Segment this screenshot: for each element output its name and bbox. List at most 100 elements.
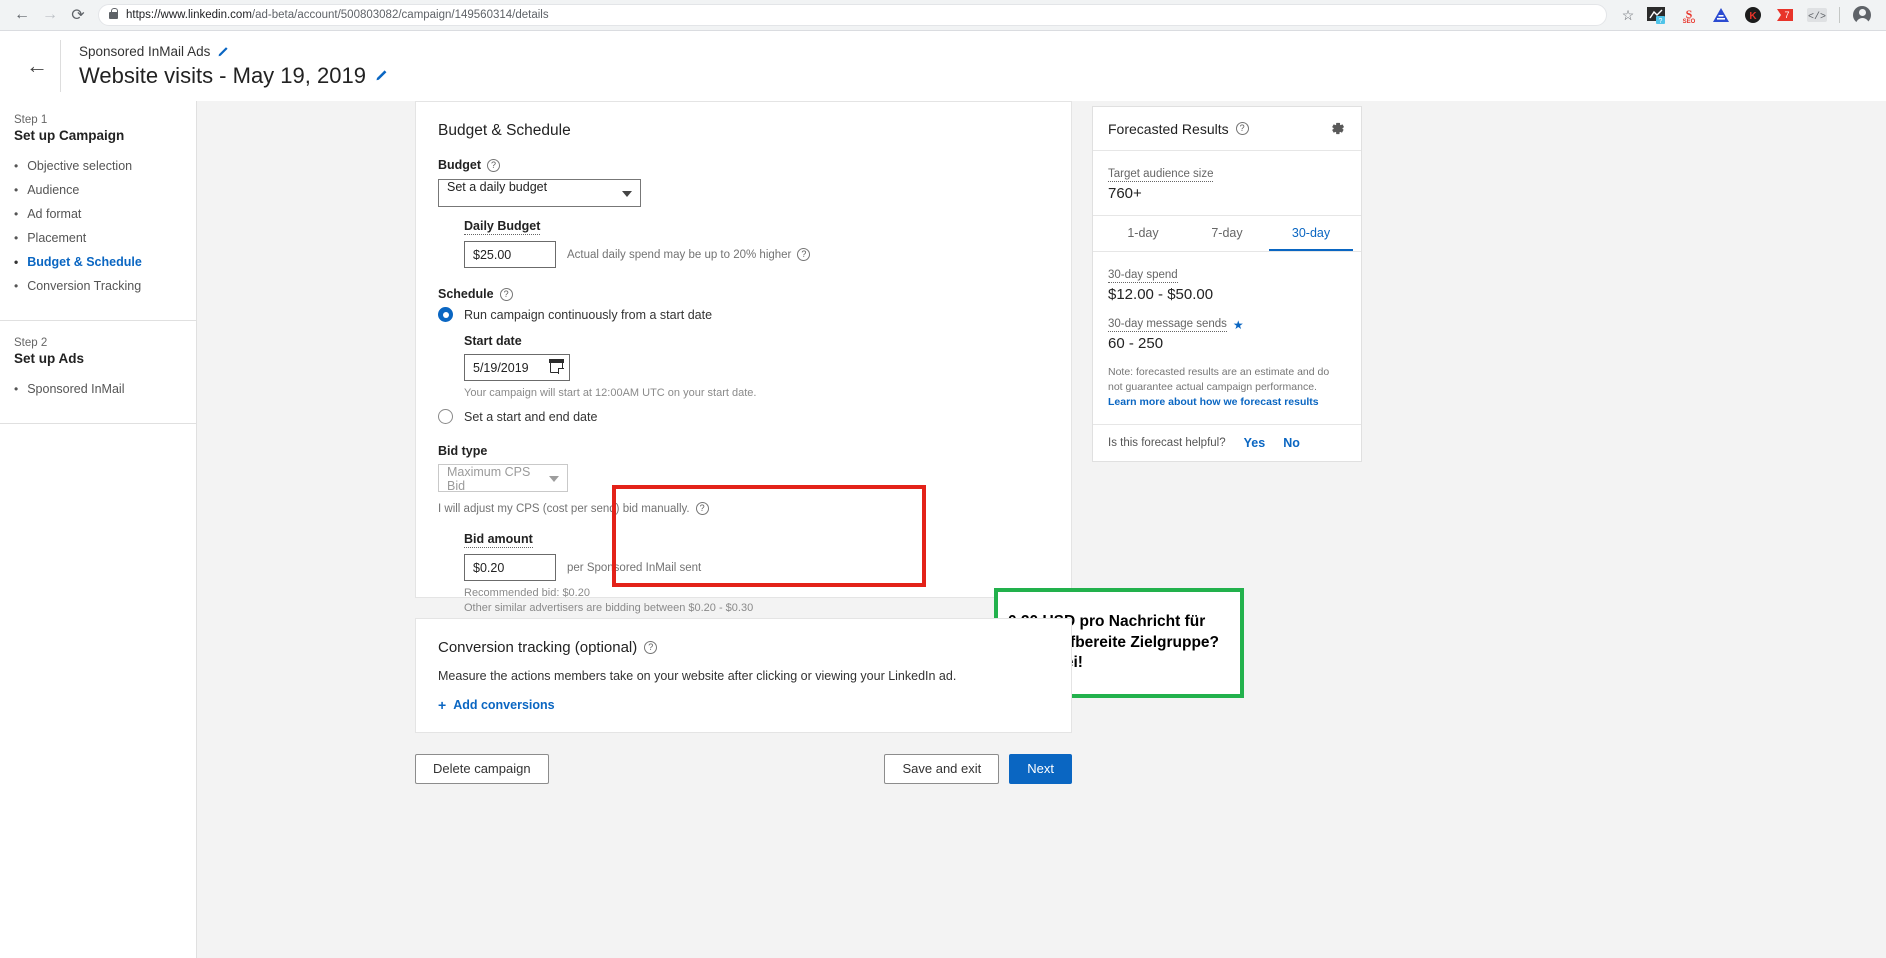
k-extension-icon[interactable]: K xyxy=(1740,2,1766,28)
browser-reload-button[interactable]: ⟳ xyxy=(64,1,92,29)
bid-type-help-icon[interactable]: ? xyxy=(696,502,709,515)
tab-30-day[interactable]: 30-day xyxy=(1269,216,1353,251)
profile-avatar-icon[interactable] xyxy=(1849,2,1875,28)
sidebar-item-label: Conversion Tracking xyxy=(27,279,141,293)
svg-text:</>: </> xyxy=(1808,11,1826,23)
sidebar-item-audience[interactable]: • Audience xyxy=(14,178,196,202)
conversion-tracking-card: Conversion tracking (optional) ? Measure… xyxy=(415,618,1072,733)
gear-icon[interactable] xyxy=(1329,120,1346,137)
url-path: /ad-beta/account/500803082/campaign/1495… xyxy=(252,9,549,21)
next-button[interactable]: Next xyxy=(1009,754,1072,784)
radio-run-continuously[interactable]: Run campaign continuously from a start d… xyxy=(438,307,1049,322)
forecast-feedback-question: Is this forecast helpful? xyxy=(1108,437,1226,449)
page-back-button[interactable]: ← xyxy=(14,53,60,79)
bullet-icon: • xyxy=(14,383,18,395)
other-advertisers-text: Other similar advertisers are bidding be… xyxy=(464,602,1049,614)
analytics-extension-icon[interactable]: ? xyxy=(1644,2,1670,28)
edit-title-pencil-icon[interactable] xyxy=(375,67,389,84)
metric-30-day-message-sends: 30-day message sends ★ 60 - 250 xyxy=(1108,314,1346,352)
code-extension-icon[interactable]: </> xyxy=(1804,2,1830,28)
radio-start-end-indicator[interactable] xyxy=(438,409,453,424)
sidebar-item-ad-format[interactable]: • Ad format xyxy=(14,202,196,226)
radio-start-end-label: Set a start and end date xyxy=(464,410,597,424)
sidebar-item-label: Sponsored InMail xyxy=(27,382,124,396)
sidebar-step-2: Step 2 Set up Ads • Sponsored InMail xyxy=(0,321,196,424)
bid-amount-unit: per Sponsored InMail sent xyxy=(567,562,701,574)
radio-continuous-indicator[interactable] xyxy=(438,307,453,322)
address-bar[interactable]: https://www.linkedin.com/ad-beta/account… xyxy=(98,4,1607,26)
sidebar-step-1: Step 1 Set up Campaign • Objective selec… xyxy=(0,114,196,321)
browser-forward-button[interactable]: → xyxy=(36,1,64,29)
bid-type-hint: I will adjust my CPS (cost per send) bid… xyxy=(438,502,1049,515)
bullet-icon: • xyxy=(14,256,18,268)
bookmark-star-icon[interactable]: ☆ xyxy=(1615,2,1641,28)
tab-1-day[interactable]: 1-day xyxy=(1101,216,1185,251)
sidebar-item-budget-schedule[interactable]: • Budget & Schedule xyxy=(14,250,196,274)
budget-schedule-card: Budget & Schedule Budget ? Set a daily b… xyxy=(415,101,1072,598)
forecast-note-text: Note: forecasted results are an estimate… xyxy=(1108,366,1329,393)
start-date-field[interactable] xyxy=(464,354,570,381)
forecasted-results-panel: Forecasted Results ? Target audience siz… xyxy=(1092,106,1362,462)
sidebar-item-placement[interactable]: • Placement xyxy=(14,226,196,250)
add-conversions-link[interactable]: + Add conversions xyxy=(438,697,1049,713)
sidebar-item-objective-selection[interactable]: • Objective selection xyxy=(14,154,196,178)
bid-amount-input[interactable] xyxy=(464,554,556,581)
bid-type-select: Maximum CPS Bid xyxy=(438,464,568,492)
metric-value: $12.00 - $50.00 xyxy=(1108,286,1346,303)
sidebar-item-label: Placement xyxy=(27,231,86,245)
add-conversions-label: Add conversions xyxy=(453,698,554,712)
form-footer: Delete campaign Save and exit Next xyxy=(415,754,1072,784)
start-date-note: Your campaign will start at 12:00AM UTC … xyxy=(464,387,1049,399)
triangle-extension-icon[interactable] xyxy=(1708,2,1734,28)
svg-text:7: 7 xyxy=(1784,10,1789,20)
tab-7-day[interactable]: 7-day xyxy=(1185,216,1269,251)
schedule-help-icon[interactable]: ? xyxy=(500,288,513,301)
lock-icon xyxy=(109,12,118,19)
header-divider xyxy=(60,40,61,92)
conversion-help-icon[interactable]: ? xyxy=(644,641,657,654)
browser-back-button[interactable]: ← xyxy=(8,1,36,29)
start-date-label: Start date xyxy=(464,334,1049,348)
bid-amount-label: Bid amount xyxy=(464,532,1049,548)
budget-help-icon[interactable]: ? xyxy=(487,159,500,172)
daily-budget-input[interactable] xyxy=(464,241,556,268)
forecast-metrics: 30-day spend $12.00 - $50.00 30-day mess… xyxy=(1093,252,1361,425)
url-host: https://www.linkedin.com xyxy=(126,9,252,21)
delete-campaign-button[interactable]: Delete campaign xyxy=(415,754,549,784)
forecast-learn-more-link[interactable]: Learn more about how we forecast results xyxy=(1108,396,1319,408)
daily-budget-hint: Actual daily spend may be up to 20% high… xyxy=(567,248,810,261)
toolbar-divider xyxy=(1839,7,1840,23)
sidebar-item-label: Budget & Schedule xyxy=(27,255,142,269)
target-audience-value: 760+ xyxy=(1108,185,1346,202)
budget-type-select-wrapper[interactable]: Set a daily budget xyxy=(438,179,641,207)
browser-toolbar: ← → ⟳ https://www.linkedin.com/ad-beta/a… xyxy=(0,0,1886,31)
sidebar-item-conversion-tracking[interactable]: • Conversion Tracking xyxy=(14,274,196,298)
save-and-exit-button[interactable]: Save and exit xyxy=(884,754,999,784)
schedule-label: Schedule ? xyxy=(438,287,1049,301)
budget-card-title: Budget & Schedule xyxy=(438,122,1049,140)
daily-budget-label: Daily Budget xyxy=(464,219,1049,235)
metric-label: 30-day spend xyxy=(1108,269,1178,283)
metric-label: 30-day message sends xyxy=(1108,318,1227,332)
sidebar-item-label: Audience xyxy=(27,183,79,197)
daily-budget-help-icon[interactable]: ? xyxy=(797,248,810,261)
notification-extension-icon[interactable]: 7 xyxy=(1772,2,1798,28)
sidebar-item-sponsored-inmail[interactable]: • Sponsored InMail xyxy=(14,377,196,401)
bullet-icon: • xyxy=(14,232,18,244)
forecast-feedback: Is this forecast helpful? Yes No xyxy=(1093,425,1361,461)
sidebar-item-label: Ad format xyxy=(27,207,81,221)
radio-start-end-date[interactable]: Set a start and end date xyxy=(438,409,1049,424)
step-1-label: Step 1 xyxy=(14,114,196,126)
forecast-help-icon[interactable]: ? xyxy=(1236,122,1249,135)
forecast-feedback-yes[interactable]: Yes xyxy=(1244,436,1266,450)
metric-30-day-spend: 30-day spend $12.00 - $50.00 xyxy=(1108,265,1346,303)
budget-type-select[interactable]: Set a daily budget xyxy=(438,179,641,207)
forecast-feedback-no[interactable]: No xyxy=(1283,436,1300,450)
seo-extension-icon[interactable]: SSEO xyxy=(1676,2,1702,28)
svg-text:SEO: SEO xyxy=(1683,19,1696,24)
forecast-note: Note: forecasted results are an estimate… xyxy=(1108,365,1346,411)
calendar-icon[interactable] xyxy=(550,360,563,373)
edit-group-pencil-icon[interactable] xyxy=(217,44,230,60)
sidebar-item-label: Objective selection xyxy=(27,159,132,173)
target-audience-label: Target audience size xyxy=(1108,168,1213,182)
